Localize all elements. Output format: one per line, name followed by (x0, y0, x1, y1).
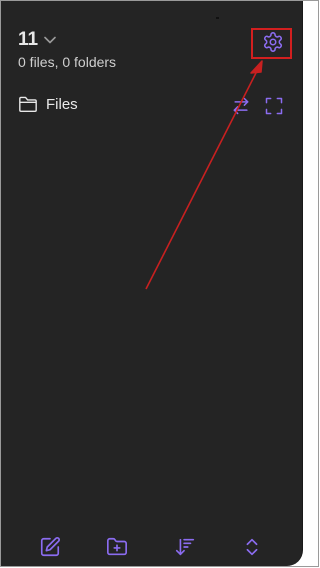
expand-icon (265, 97, 283, 115)
gear-icon (263, 32, 283, 52)
expand-button[interactable] (264, 96, 284, 116)
collapse-expand-icon (246, 538, 258, 556)
settings-button[interactable] (262, 31, 284, 53)
swap-icon (233, 97, 249, 115)
file-explorer-panel: 11 0 files, 0 folders Files (0, 0, 303, 566)
new-note-icon (40, 537, 60, 557)
vault-switcher[interactable]: 11 (18, 29, 56, 51)
sort-icon (175, 538, 195, 556)
folder-icon (18, 95, 38, 113)
new-note-button[interactable] (39, 536, 61, 558)
speck (216, 17, 219, 19)
files-label: Files (46, 95, 78, 113)
new-folder-icon (107, 537, 127, 556)
swap-button[interactable] (231, 96, 251, 116)
new-folder-button[interactable] (106, 536, 128, 558)
vault-name: 11 (18, 29, 39, 50)
chevron-down-icon (44, 36, 56, 44)
files-header[interactable]: Files (18, 95, 78, 113)
vault-stats: 0 files, 0 folders (18, 54, 117, 70)
collapse-expand-button[interactable] (241, 536, 263, 558)
screen: 11 0 files, 0 folders Files (0, 0, 320, 568)
sort-button[interactable] (174, 536, 196, 558)
